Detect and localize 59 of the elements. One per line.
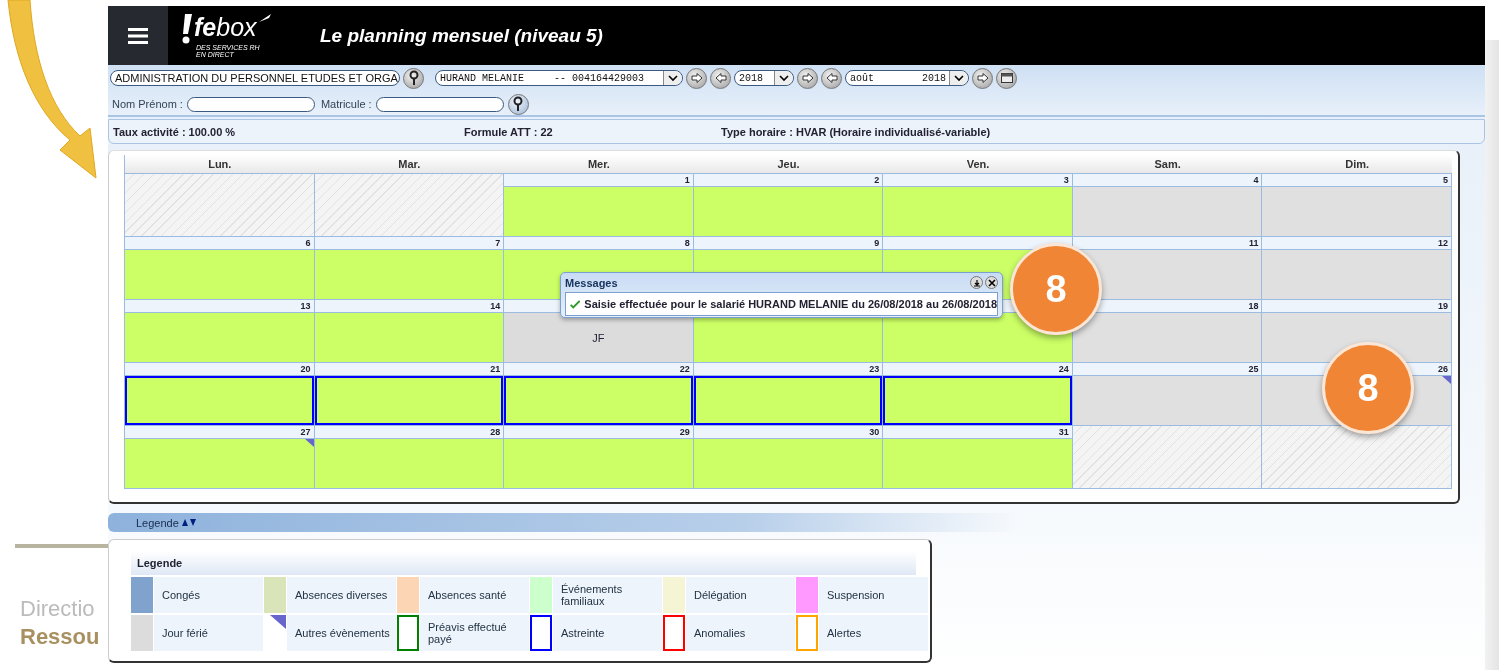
day-number: 27 — [300, 427, 311, 437]
day-number: 12 — [1437, 238, 1448, 248]
info-text: Formule ATT : 22 — [464, 125, 554, 138]
legend-label: Autres évènements — [287, 615, 396, 651]
day-number: 20 — [300, 364, 311, 374]
legend-label: Délégation — [686, 577, 795, 613]
legend-toggle-label: Legende — [136, 516, 179, 529]
weekday-header: Jeu. — [693, 155, 884, 173]
weekday-header: Dim. — [1262, 155, 1452, 173]
day-number: 11 — [1248, 238, 1259, 248]
background-heading: Ressou — [20, 624, 101, 650]
day-number: 28 — [490, 427, 501, 437]
legend-label: Congés — [154, 577, 263, 613]
day-number: 19 — [1437, 301, 1448, 311]
background-heading: Directio — [20, 596, 96, 622]
legend-label: Astreinte — [553, 615, 662, 651]
legend-label: Préavis effectué payé — [420, 615, 529, 651]
day-number: 5 — [1442, 175, 1448, 185]
day-number: 1 — [684, 175, 690, 185]
day-number: 2 — [874, 175, 880, 185]
day-number: 26 — [1437, 364, 1448, 374]
day-number: 18 — [1248, 301, 1259, 311]
popup-title: Messages — [565, 276, 619, 289]
day-number: 25 — [1248, 364, 1259, 374]
legend-label: Événements familiaux — [553, 577, 662, 613]
info-text: Type horaire : HVAR (Horaire individualisé-variable) — [721, 125, 991, 138]
legend-label: Absences santé — [420, 577, 529, 613]
day-number: 21 — [490, 364, 501, 374]
weekday-header: Sam. — [1072, 155, 1263, 173]
day-number: 22 — [679, 364, 690, 374]
field-label: Nom Prénom : — [112, 98, 183, 110]
day-number: 23 — [869, 364, 880, 374]
day-number: 29 — [679, 427, 690, 437]
legend-label: Suspension — [819, 577, 928, 613]
legend-header: Legende — [131, 551, 916, 575]
day-number: 7 — [495, 238, 501, 248]
day-number: 14 — [490, 301, 501, 311]
day-number: 6 — [305, 238, 311, 248]
message-text: Saisie effectuée pour le salarié HURAND MELANIE du 26/08/2018 au 26/08/2018 — [584, 298, 997, 310]
weekday-header: Mar. — [314, 155, 505, 173]
legend-label: Alertes — [819, 615, 928, 651]
weekday-header: Mer. — [504, 155, 694, 173]
weekday-header: Lun. — [125, 155, 315, 173]
day-number: 8 — [684, 238, 690, 248]
day-number: 4 — [1253, 175, 1259, 185]
day-number: 31 — [1058, 427, 1069, 437]
info-text: Taux activité : 100.00 % — [113, 125, 237, 138]
day-number: 3 — [1063, 175, 1069, 185]
page-title: Le planning mensuel (niveau 5) — [320, 24, 603, 47]
legend-label: Absences diverses — [287, 577, 396, 613]
legend-label: Jour férié — [154, 615, 263, 651]
logo-text: febox — [194, 13, 257, 40]
day-number: 9 — [874, 238, 880, 248]
legend-label: Anomalies — [686, 615, 795, 651]
day-number: 13 — [300, 301, 311, 311]
field-label: Matricule : — [320, 98, 372, 110]
day-number: 30 — [869, 427, 880, 437]
day-number: 24 — [1058, 364, 1069, 374]
weekday-header: Ven. — [883, 155, 1073, 173]
